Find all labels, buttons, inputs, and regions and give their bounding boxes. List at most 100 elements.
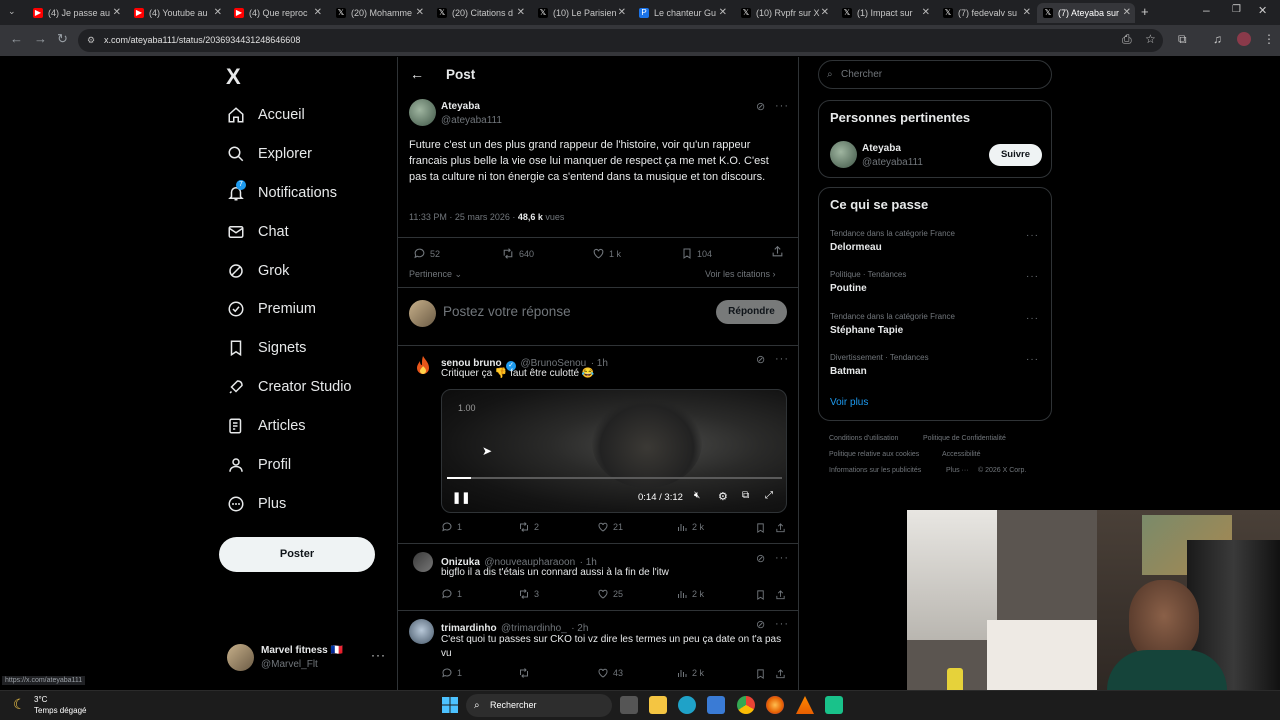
weather-temp[interactable]: 3°C bbox=[34, 695, 47, 704]
bookmark-star-icon[interactable]: ☆ bbox=[1145, 32, 1156, 46]
sidebar-item-premium[interactable]: Premium bbox=[226, 297, 316, 321]
minimize-button[interactable]: – bbox=[1203, 3, 1210, 17]
reply-3-repost-action[interactable] bbox=[518, 667, 534, 679]
tab-close-icon[interactable]: ✕ bbox=[1023, 7, 1031, 18]
windows-start-icon[interactable] bbox=[442, 697, 458, 713]
reply-2-like-action[interactable]: 25 bbox=[597, 588, 623, 600]
reply-3-avatar[interactable] bbox=[409, 619, 434, 644]
share-icon[interactable] bbox=[775, 667, 786, 685]
chrome-icon[interactable] bbox=[737, 696, 755, 714]
tab-close-icon[interactable]: ✕ bbox=[214, 7, 222, 18]
reply-2-avatar[interactable] bbox=[413, 552, 433, 572]
browser-tab[interactable]: ▶ (4) Que reproc ✕ bbox=[228, 3, 326, 23]
more-icon[interactable]: ··· bbox=[775, 100, 789, 112]
reply-1-avatar[interactable] bbox=[413, 354, 433, 376]
settings-icon[interactable]: ⚙ bbox=[718, 490, 728, 503]
video-player[interactable]: 1.00 ➤ ❚❚ 0:14 / 3:12 🔇︎ ⚙ ⧉ ⤢ bbox=[441, 389, 787, 513]
grok-icon[interactable]: ⊘ bbox=[756, 353, 765, 366]
reply-1-views-action[interactable]: 2 k bbox=[676, 521, 704, 533]
reply-button[interactable]: Répondre bbox=[716, 300, 787, 324]
browser-tab[interactable]: 𝕏 (1) Impact sur ✕ bbox=[836, 3, 934, 23]
fullscreen-icon[interactable]: ⤢ bbox=[765, 490, 773, 501]
sidebar-item-signets[interactable]: Signets bbox=[226, 336, 306, 360]
more-icon[interactable]: ··· bbox=[1026, 354, 1039, 365]
post-avatar[interactable] bbox=[409, 99, 436, 126]
share-icon[interactable] bbox=[775, 521, 786, 539]
follow-button[interactable]: Suivre bbox=[989, 144, 1042, 166]
tab-close-icon[interactable]: ✕ bbox=[517, 7, 525, 18]
browser-tab[interactable]: 𝕏 (20) Mohamme ✕ bbox=[330, 3, 428, 23]
reply-3-like-action[interactable]: 43 bbox=[597, 667, 623, 679]
relevant-handle[interactable]: @ateyaba111 bbox=[862, 157, 923, 168]
url-input[interactable]: ⚙ x.com/ateyaba111/status/20369344312486… bbox=[78, 29, 1163, 52]
sidebar-item-accueil[interactable]: Accueil bbox=[226, 103, 305, 127]
browser-tab[interactable]: 𝕏 (10) Le Parisien ✕ bbox=[532, 3, 630, 23]
post-button[interactable]: Poster bbox=[219, 537, 375, 572]
more-icon[interactable]: ··· bbox=[775, 353, 789, 365]
more-icon[interactable]: ··· bbox=[775, 552, 789, 564]
browser-tab[interactable]: 𝕏 (20) Citations d ✕ bbox=[431, 3, 529, 23]
relevant-avatar[interactable] bbox=[830, 141, 857, 168]
sidebar-item-grok[interactable]: Grok bbox=[226, 259, 289, 283]
profile-avatar-icon[interactable] bbox=[1237, 32, 1251, 46]
tab-close-icon[interactable]: ✕ bbox=[416, 7, 424, 18]
footer-link[interactable]: Informations sur les publicités bbox=[829, 467, 921, 474]
search-input[interactable]: ⌕ Chercher bbox=[818, 60, 1052, 89]
video-progress-track[interactable] bbox=[447, 477, 782, 479]
grok-icon[interactable]: ⊘ bbox=[756, 552, 765, 565]
post-handle[interactable]: @ateyaba111 bbox=[441, 115, 502, 126]
more-icon[interactable]: ··· bbox=[1026, 230, 1039, 241]
pause-icon[interactable]: ❚❚ bbox=[452, 491, 470, 504]
post-author[interactable]: Ateyaba bbox=[441, 101, 480, 112]
edge-icon[interactable] bbox=[678, 696, 696, 714]
bookmark-icon[interactable] bbox=[755, 667, 766, 685]
more-icon[interactable]: ··· bbox=[371, 648, 386, 662]
tab-close-icon[interactable]: ✕ bbox=[314, 7, 322, 18]
reply-2-views-action[interactable]: 2 k bbox=[676, 588, 704, 600]
new-tab-button[interactable]: + bbox=[1141, 4, 1149, 19]
browser-tab[interactable]: 𝕏 (10) Rvpfr sur X ✕ bbox=[735, 3, 833, 23]
pip-icon[interactable]: ⧉ bbox=[742, 490, 749, 501]
more-icon[interactable]: ··· bbox=[1026, 313, 1039, 324]
browser-tab[interactable]: 𝕏 (7) Ateyaba sur ✕ bbox=[1037, 3, 1135, 23]
bookmark-action[interactable]: 104 bbox=[681, 247, 712, 260]
share-icon[interactable] bbox=[771, 245, 784, 263]
more-icon[interactable]: ··· bbox=[1026, 271, 1039, 282]
sidebar-item-chat[interactable]: Chat bbox=[226, 220, 289, 244]
extensions-icon[interactable]: ⧉ bbox=[1178, 32, 1187, 47]
tab-close-icon[interactable]: ✕ bbox=[1123, 7, 1131, 18]
x-logo[interactable]: X bbox=[226, 64, 241, 90]
tab-close-icon[interactable]: ✕ bbox=[821, 7, 829, 18]
footer-link[interactable]: Conditions d'utilisation bbox=[829, 435, 898, 442]
reply-1-reply-action[interactable]: 1 bbox=[441, 521, 462, 533]
sidebar-item-explorer[interactable]: Explorer bbox=[226, 142, 312, 166]
sidebar-item-notifications[interactable]: 7 Notifications bbox=[226, 180, 337, 205]
reply-2-reply-action[interactable]: 1 bbox=[441, 588, 462, 600]
browser-tab[interactable]: ▶ (4) Youtube au ✕ bbox=[128, 3, 226, 23]
bookmark-icon[interactable] bbox=[755, 588, 766, 606]
weather-text[interactable]: Temps dégagé bbox=[34, 706, 86, 715]
sidebar-item-profil[interactable]: Profil bbox=[226, 453, 291, 477]
tab-close-icon[interactable]: ✕ bbox=[719, 7, 727, 18]
grok-icon[interactable]: ⊘ bbox=[756, 618, 765, 631]
firefox-icon[interactable] bbox=[766, 696, 784, 714]
app-icon[interactable] bbox=[825, 696, 843, 714]
post-time[interactable]: 11:33 PM · 25 mars 2026 · bbox=[409, 212, 518, 222]
media-control-icon[interactable]: ♫ bbox=[1213, 32, 1222, 46]
reply-3-views-action[interactable]: 2 k bbox=[676, 667, 704, 679]
vlc-icon[interactable] bbox=[796, 696, 814, 714]
sort-dropdown[interactable]: Pertinence ⌄ bbox=[409, 269, 462, 280]
more-icon[interactable]: ··· bbox=[775, 618, 789, 630]
mute-icon[interactable]: 🔇︎ bbox=[694, 490, 700, 501]
relevant-name[interactable]: Ateyaba bbox=[862, 143, 901, 154]
footer-link[interactable]: Plus ··· bbox=[946, 467, 969, 474]
close-window-button[interactable]: ✕ bbox=[1258, 4, 1267, 17]
forward-icon[interactable]: → bbox=[34, 31, 47, 46]
tab-search-icon[interactable]: ⌄ bbox=[8, 6, 16, 17]
account-switcher[interactable]: Marvel fitness 🇫🇷 @Marvel_Flt ··· bbox=[227, 642, 387, 674]
store-icon[interactable] bbox=[707, 696, 725, 714]
back-icon[interactable]: ← bbox=[10, 31, 23, 46]
share-icon[interactable] bbox=[775, 588, 786, 606]
browser-tab[interactable]: 𝕏 (7) fedevalv su ✕ bbox=[937, 3, 1035, 23]
bookmark-icon[interactable] bbox=[755, 521, 766, 539]
